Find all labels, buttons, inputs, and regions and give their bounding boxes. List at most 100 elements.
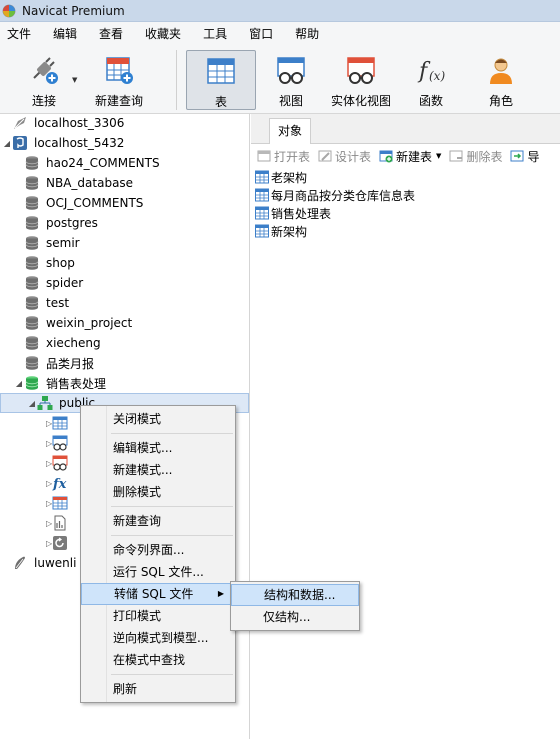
tree-item-luwenli[interactable]: luwenli bbox=[0, 553, 80, 573]
materialized-view-button[interactable]: 实体化视图 bbox=[327, 50, 395, 110]
object-pane: 对象 打开表 设计表 新建表 ▼ 删除表 导 老架构 每月商品按分类仓库信息表 … bbox=[251, 114, 560, 739]
new-query-label: 新建查询 bbox=[94, 94, 143, 108]
table-item-label: 老架构 bbox=[271, 170, 308, 185]
table-item-label: 新架构 bbox=[271, 224, 308, 239]
delete-table-button[interactable]: 删除表 bbox=[449, 148, 502, 165]
role-button[interactable]: 角色 bbox=[480, 50, 522, 110]
database-icon bbox=[24, 155, 40, 171]
tree-item-backups-folder[interactable]: ▷ bbox=[0, 533, 68, 553]
tree-item-database[interactable]: OCJ_COMMENTS bbox=[0, 193, 249, 213]
database-icon bbox=[24, 295, 40, 311]
tree-item-database[interactable]: hao24_COMMENTS bbox=[0, 153, 249, 173]
svg-text:(x): (x) bbox=[429, 69, 445, 83]
plug-icon bbox=[28, 54, 60, 86]
structure-only-menu-item[interactable]: 仅结构... bbox=[231, 606, 359, 628]
tree-item-database[interactable]: NBA_database bbox=[0, 173, 249, 193]
database-icon bbox=[24, 275, 40, 291]
view-button[interactable]: 视图 bbox=[268, 50, 314, 110]
tree-item-tables-folder[interactable]: ▷ bbox=[0, 413, 68, 433]
table-item[interactable]: 老架构 bbox=[255, 168, 560, 186]
view-label: 视图 bbox=[278, 94, 303, 108]
import-wizard-button[interactable]: 导 bbox=[510, 148, 539, 165]
tree-item-database[interactable]: shop bbox=[0, 253, 249, 273]
submenu-arrow-icon: ▶ bbox=[217, 589, 224, 598]
window-title: Navicat Premium bbox=[22, 3, 125, 18]
view-icon bbox=[275, 54, 307, 86]
tab-strip: 对象 bbox=[251, 114, 560, 144]
tree-item-localhost-3306[interactable]: localhost_3306 bbox=[0, 113, 249, 133]
expanded-arrow-icon[interactable]: ◢ bbox=[27, 398, 37, 408]
dump-sql-file-menu-item[interactable]: 转储 SQL 文件 ▶ bbox=[81, 583, 235, 605]
table-item-label: 每月商品按分类仓库信息表 bbox=[271, 188, 416, 203]
tree-item-database[interactable]: test bbox=[0, 293, 249, 313]
tab-objects[interactable]: 对象 bbox=[269, 118, 312, 144]
tree-item-database[interactable]: xiecheng bbox=[0, 333, 249, 353]
tree-item-reports-folder[interactable]: ▷ bbox=[0, 513, 66, 533]
menu-help[interactable]: 帮助 bbox=[284, 23, 330, 45]
edit-schema-menu-item[interactable]: 编辑模式... bbox=[81, 437, 235, 459]
find-in-schema-menu-item[interactable]: 在模式中查找 bbox=[81, 649, 235, 671]
new-query-menu-item[interactable]: 新建查询 bbox=[81, 510, 235, 532]
tree-item-label: spider bbox=[46, 276, 84, 290]
tree-item-label: semir bbox=[46, 236, 80, 250]
tree-item-database[interactable]: postgres bbox=[0, 213, 249, 233]
table-item[interactable]: 新架构 bbox=[255, 222, 560, 240]
menu-window[interactable]: 窗口 bbox=[238, 23, 284, 45]
menu-file[interactable]: 文件 bbox=[0, 23, 42, 45]
tree-item-label: NBA_database bbox=[46, 176, 134, 190]
database-icon bbox=[24, 195, 40, 211]
menu-view[interactable]: 查看 bbox=[88, 23, 134, 45]
tree-item-label: 品类月报 bbox=[46, 356, 95, 371]
function-button[interactable]: f (x) 函数 bbox=[410, 50, 452, 110]
database-icon bbox=[24, 175, 40, 191]
tree-item-database[interactable]: spider bbox=[0, 273, 249, 293]
table-item[interactable]: 每月商品按分类仓库信息表 bbox=[255, 186, 560, 204]
connect-dropdown-icon[interactable]: ▼ bbox=[72, 76, 77, 84]
print-schema-menu-item[interactable]: 打印模式 bbox=[81, 605, 235, 627]
function-icon: f (x) bbox=[415, 54, 447, 86]
delete-schema-menu-item[interactable]: 删除模式 bbox=[81, 481, 235, 503]
table-item[interactable]: 销售处理表 bbox=[255, 204, 560, 222]
new-query-button[interactable]: 新建查询 bbox=[88, 50, 150, 110]
expanded-arrow-icon[interactable]: ◢ bbox=[14, 378, 24, 388]
tree-item-label: luwenli bbox=[34, 556, 77, 570]
delete-table-label: 删除表 bbox=[466, 149, 503, 164]
tree-item-open-database[interactable]: ◢ 销售表处理 bbox=[0, 373, 249, 393]
menu-tools[interactable]: 工具 bbox=[192, 23, 238, 45]
connect-button[interactable]: 连接 bbox=[18, 50, 70, 110]
close-schema-menu-item[interactable]: 关闭模式 bbox=[81, 408, 235, 430]
new-table-button[interactable]: 新建表 ▼ bbox=[379, 148, 441, 165]
tree-item-materialized-views-folder[interactable]: ▷ bbox=[0, 453, 68, 473]
menu-favorites[interactable]: 收藏夹 bbox=[134, 23, 192, 45]
tree-item-database[interactable]: weixin_project bbox=[0, 313, 249, 333]
refresh-menu-item[interactable]: 刷新 bbox=[81, 678, 235, 700]
table-icon bbox=[205, 55, 237, 87]
run-sql-file-menu-item[interactable]: 运行 SQL 文件... bbox=[81, 561, 235, 583]
tree-item-localhost-5432[interactable]: ◢ localhost_5432 bbox=[0, 133, 249, 153]
svg-text:fx: fx bbox=[52, 477, 67, 491]
database-icon bbox=[24, 335, 40, 351]
new-schema-menu-item[interactable]: 新建模式... bbox=[81, 459, 235, 481]
reverse-to-model-menu-item[interactable]: 逆向模式到模型... bbox=[81, 627, 235, 649]
new-query-icon bbox=[103, 54, 135, 86]
menu-edit[interactable]: 编辑 bbox=[42, 23, 88, 45]
open-table-button[interactable]: 打开表 bbox=[257, 148, 310, 165]
table-button[interactable]: 表 bbox=[186, 50, 256, 110]
connect-label: 连接 bbox=[31, 94, 56, 108]
tree-item-queries-folder[interactable]: ▷ bbox=[0, 493, 68, 513]
structure-and-data-menu-item[interactable]: 结构和数据... bbox=[231, 584, 359, 606]
tree-item-functions-folder[interactable]: ▷ fx bbox=[0, 473, 67, 493]
tree-item-label: OCJ_COMMENTS bbox=[46, 196, 144, 210]
new-table-dropdown-icon[interactable]: ▼ bbox=[436, 152, 441, 160]
design-table-button[interactable]: 设计表 bbox=[318, 148, 371, 165]
expanded-arrow-icon[interactable]: ◢ bbox=[2, 138, 12, 148]
tree-item-views-folder[interactable]: ▷ bbox=[0, 433, 68, 453]
database-icon bbox=[24, 315, 40, 331]
console-menu-item[interactable]: 命令列界面... bbox=[81, 539, 235, 561]
tree-item-label: xiecheng bbox=[46, 336, 101, 350]
table-icon bbox=[255, 170, 269, 184]
tree-item-database[interactable]: semir bbox=[0, 233, 249, 253]
toolbar-separator bbox=[176, 50, 177, 110]
tree-item-database[interactable]: 品类月报 bbox=[0, 353, 249, 373]
tree-item-label: weixin_project bbox=[46, 316, 133, 330]
